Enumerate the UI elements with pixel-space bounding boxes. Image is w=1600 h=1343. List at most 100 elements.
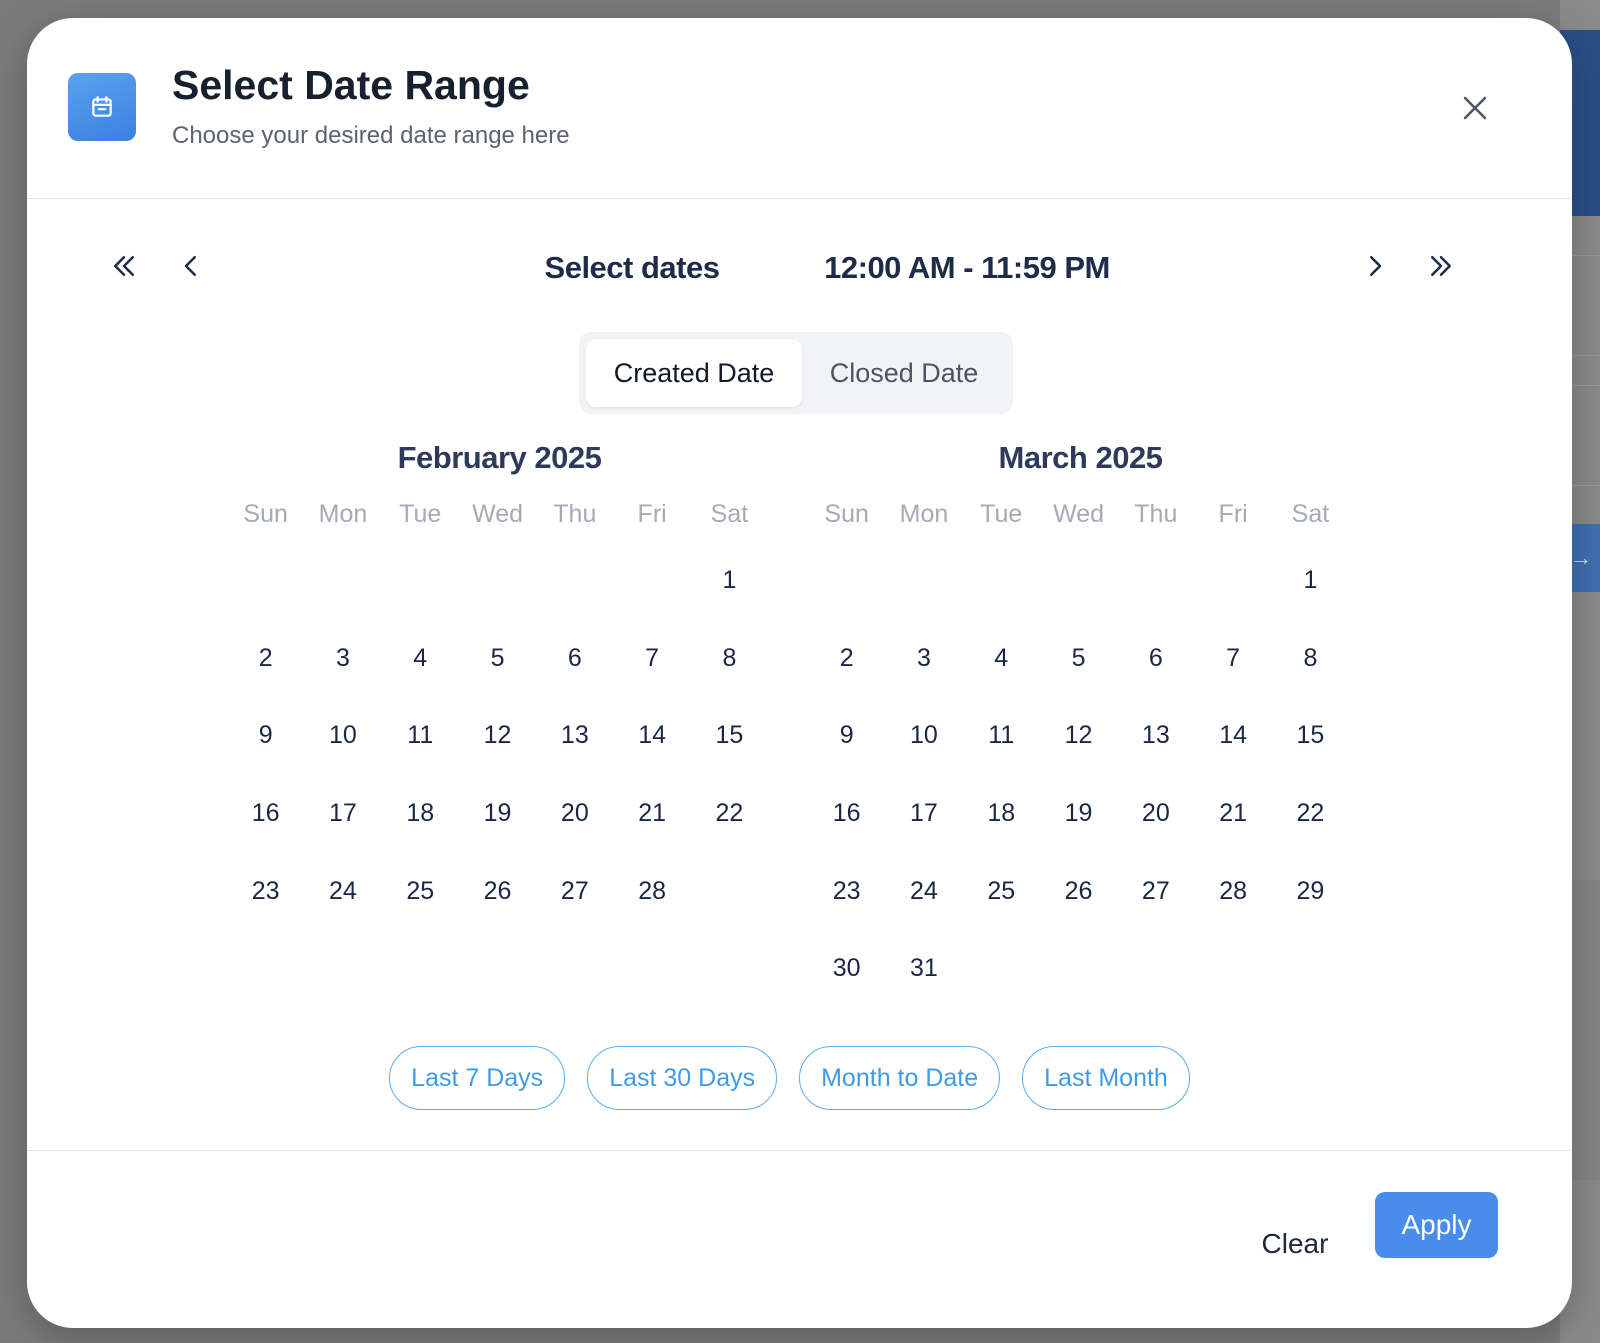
empty-day-cell xyxy=(1194,542,1271,620)
day-cell[interactable]: 6 xyxy=(1117,620,1194,698)
day-cell[interactable]: 23 xyxy=(808,852,885,930)
day-cell[interactable]: 17 xyxy=(304,775,381,853)
day-cell[interactable]: 31 xyxy=(885,930,962,1008)
day-cell[interactable]: 10 xyxy=(885,697,962,775)
day-cell[interactable]: 7 xyxy=(613,620,690,698)
select-dates-label: Select dates xyxy=(544,250,720,285)
day-cell[interactable]: 19 xyxy=(459,775,536,853)
day-cell[interactable]: 15 xyxy=(691,697,768,775)
tab-created-date[interactable]: Created Date xyxy=(586,339,802,407)
empty-day-cell xyxy=(304,542,381,620)
day-cell[interactable]: 7 xyxy=(1194,620,1271,698)
empty-day-cell xyxy=(691,852,768,930)
day-cell[interactable]: 9 xyxy=(808,697,885,775)
day-cell[interactable]: 8 xyxy=(691,620,768,698)
calendar-february: February 2025 Sun Mon Tue Wed Thu Fri Sat 1234… xyxy=(227,438,772,930)
day-cell[interactable]: 9 xyxy=(227,697,304,775)
day-cell[interactable]: 13 xyxy=(536,697,613,775)
day-cell[interactable]: 29 xyxy=(1272,852,1349,930)
day-cell[interactable]: 21 xyxy=(1194,775,1271,853)
calendar-icon xyxy=(68,73,136,141)
dialog-footer: Clear Apply xyxy=(27,1150,1572,1328)
day-cell[interactable]: 2 xyxy=(808,620,885,698)
empty-day-cell xyxy=(1272,930,1349,1008)
day-cell[interactable]: 20 xyxy=(1117,775,1194,853)
preset-last-30-days[interactable]: Last 30 Days xyxy=(587,1046,778,1110)
day-cell[interactable]: 18 xyxy=(963,775,1040,853)
day-cell[interactable]: 30 xyxy=(808,930,885,1008)
day-cell[interactable]: 25 xyxy=(382,852,459,930)
close-icon xyxy=(1463,96,1487,120)
close-button[interactable] xyxy=(1455,88,1495,128)
day-cell[interactable]: 21 xyxy=(613,775,690,853)
day-cell[interactable]: 25 xyxy=(963,852,1040,930)
empty-day-cell xyxy=(613,542,690,620)
day-cell[interactable]: 2 xyxy=(227,620,304,698)
day-cell[interactable]: 11 xyxy=(963,697,1040,775)
apply-button[interactable]: Apply xyxy=(1375,1192,1498,1258)
preset-month-to-date[interactable]: Month to Date xyxy=(799,1046,1001,1110)
date-type-toggle: Created Date Closed Date xyxy=(579,332,1013,414)
day-cell[interactable]: 1 xyxy=(1272,542,1349,620)
day-cell[interactable]: 28 xyxy=(1194,852,1271,930)
day-cell[interactable]: 13 xyxy=(1117,697,1194,775)
day-cell[interactable]: 12 xyxy=(1040,697,1117,775)
weekday-label: Sat xyxy=(1291,500,1330,528)
tab-closed-date[interactable]: Closed Date xyxy=(802,339,1006,407)
empty-day-cell xyxy=(1117,542,1194,620)
day-cell[interactable]: 24 xyxy=(885,852,962,930)
dialog-title: Select Date Range xyxy=(172,62,530,108)
previous-year-button[interactable] xyxy=(102,244,146,288)
time-range-label[interactable]: 12:00 AM - 11:59 PM xyxy=(807,250,1127,286)
day-cell[interactable]: 4 xyxy=(963,620,1040,698)
day-cell[interactable]: 22 xyxy=(1272,775,1349,853)
day-cell[interactable]: 5 xyxy=(1040,620,1117,698)
empty-day-cell xyxy=(808,542,885,620)
day-cell[interactable]: 15 xyxy=(1272,697,1349,775)
day-cell[interactable]: 26 xyxy=(459,852,536,930)
next-year-button[interactable] xyxy=(1419,244,1463,288)
day-cell[interactable]: 26 xyxy=(1040,852,1117,930)
empty-day-cell xyxy=(963,542,1040,620)
day-cell[interactable]: 19 xyxy=(1040,775,1117,853)
day-cell[interactable]: 22 xyxy=(691,775,768,853)
weekday-label: Mon xyxy=(899,500,949,528)
day-cell[interactable]: 10 xyxy=(304,697,381,775)
empty-day-cell xyxy=(459,542,536,620)
day-cell[interactable]: 27 xyxy=(1117,852,1194,930)
day-cell[interactable]: 16 xyxy=(808,775,885,853)
day-cell[interactable]: 14 xyxy=(1194,697,1271,775)
day-cell[interactable]: 28 xyxy=(613,852,690,930)
day-cell[interactable]: 11 xyxy=(382,697,459,775)
day-cell[interactable]: 20 xyxy=(536,775,613,853)
day-cell[interactable]: 16 xyxy=(227,775,304,853)
double-chevron-left-icon xyxy=(114,256,134,276)
day-cell[interactable]: 6 xyxy=(536,620,613,698)
day-cell[interactable]: 17 xyxy=(885,775,962,853)
empty-day-cell xyxy=(382,542,459,620)
day-cell[interactable]: 12 xyxy=(459,697,536,775)
day-cell[interactable]: 1 xyxy=(691,542,768,620)
day-cell[interactable]: 23 xyxy=(227,852,304,930)
day-cell[interactable]: 27 xyxy=(536,852,613,930)
dialog-subtitle: Choose your desired date range here xyxy=(172,122,570,149)
weekday-label: Mon xyxy=(318,500,368,528)
day-cell[interactable]: 24 xyxy=(304,852,381,930)
day-cell[interactable]: 5 xyxy=(459,620,536,698)
day-cell[interactable]: 3 xyxy=(885,620,962,698)
next-month-button[interactable] xyxy=(1353,244,1397,288)
day-cell[interactable]: 4 xyxy=(382,620,459,698)
preset-last-7-days[interactable]: Last 7 Days xyxy=(389,1046,566,1110)
weekday-label: Wed xyxy=(1053,500,1105,528)
day-cell[interactable]: 3 xyxy=(304,620,381,698)
weekday-label: Thu xyxy=(553,500,597,528)
previous-month-button[interactable] xyxy=(169,244,213,288)
day-cell[interactable]: 14 xyxy=(613,697,690,775)
empty-day-cell xyxy=(1194,930,1271,1008)
empty-day-cell xyxy=(227,542,304,620)
clear-button[interactable]: Clear xyxy=(1242,1211,1348,1277)
preset-last-month[interactable]: Last Month xyxy=(1022,1046,1190,1110)
day-cell[interactable]: 18 xyxy=(382,775,459,853)
weekday-label: Wed xyxy=(472,500,524,528)
day-cell[interactable]: 8 xyxy=(1272,620,1349,698)
